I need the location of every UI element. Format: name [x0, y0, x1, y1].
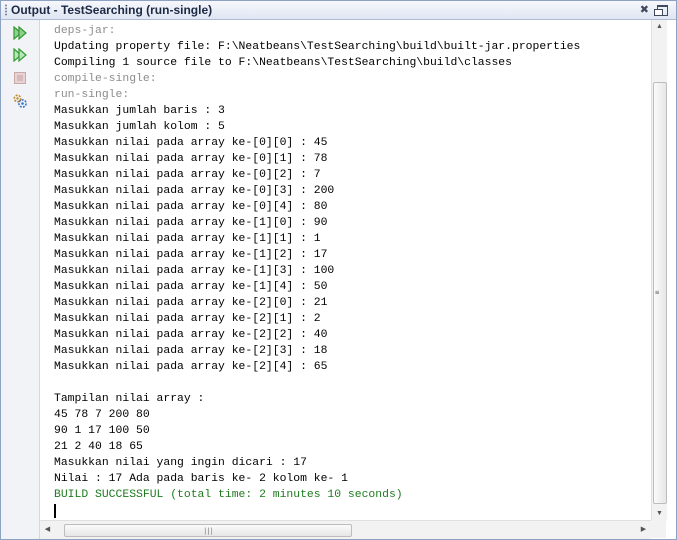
output-line: 45 78 7 200 80	[54, 409, 150, 421]
output-line: Masukkan nilai yang ingin dicari : 17	[54, 457, 307, 469]
output-line: Masukkan nilai pada array ke-[2][4] : 65	[54, 361, 328, 373]
window-title: Output - TestSearching (run-single)	[11, 3, 213, 17]
output-console[interactable]: deps-jar: Updating property file: F:\Neat…	[40, 20, 651, 519]
drag-grip-icon[interactable]	[4, 4, 8, 16]
output-line: Masukkan nilai pada array ke-[0][3] : 20…	[54, 185, 335, 197]
output-line: Compiling 1 source file to F:\Neatbeans\…	[54, 57, 512, 69]
output-window-titlebar[interactable]: Output - TestSearching (run-single) ✖	[1, 1, 676, 20]
output-line: 90 1 17 100 50	[54, 425, 150, 437]
output-line: Masukkan nilai pada array ke-[2][2] : 40	[54, 329, 328, 341]
text-caret	[54, 504, 56, 518]
output-line: Masukkan nilai pada array ke-[1][3] : 10…	[54, 265, 335, 277]
output-line: Masukkan nilai pada array ke-[0][4] : 80	[54, 201, 328, 213]
output-line: Tampilan nilai array :	[54, 393, 205, 405]
output-toolbar	[1, 20, 40, 539]
output-line: Updating property file: F:\Neatbeans\Tes…	[54, 41, 581, 53]
scroll-grip-icon: |||	[203, 527, 214, 535]
output-line: BUILD SUCCESSFUL (total time: 2 minutes …	[54, 489, 403, 501]
output-line: Masukkan nilai pada array ke-[1][1] : 1	[54, 233, 321, 245]
scroll-down-icon[interactable]: ▼	[652, 507, 667, 521]
output-line: Masukkan nilai pada array ke-[1][4] : 50	[54, 281, 328, 293]
output-line: Masukkan nilai pada array ke-[0][0] : 45	[54, 137, 328, 149]
close-icon[interactable]: ✖	[640, 3, 649, 17]
output-line: Masukkan jumlah baris : 3	[54, 105, 225, 117]
horizontal-scrollbar[interactable]: ◀ ||| ▶	[40, 520, 651, 539]
settings-icon[interactable]	[12, 93, 28, 109]
maximize-icon[interactable]	[654, 5, 668, 16]
scroll-right-icon[interactable]: ▶	[636, 523, 651, 537]
output-line: Masukkan nilai pada array ke-[0][1] : 78	[54, 153, 328, 165]
vertical-scrollbar[interactable]: ▲ ≡ ▼	[651, 20, 667, 521]
scrollbar-corner	[651, 520, 666, 538]
output-line: 21 2 40 18 65	[54, 441, 143, 453]
output-line: deps-jar:	[54, 25, 116, 37]
output-line: Masukkan nilai pada array ke-[2][0] : 21	[54, 297, 328, 309]
output-line: Masukkan nilai pada array ke-[1][2] : 17	[54, 249, 328, 261]
scroll-up-icon[interactable]: ▲	[652, 20, 667, 34]
output-window: Output - TestSearching (run-single) ✖ de…	[0, 0, 677, 540]
rerun-with-options-icon[interactable]	[12, 47, 28, 63]
output-line: run-single:	[54, 89, 130, 101]
output-line: Masukkan nilai pada array ke-[2][1] : 2	[54, 313, 321, 325]
horizontal-scroll-thumb[interactable]: |||	[64, 524, 352, 537]
output-line: Masukkan nilai pada array ke-[0][2] : 7	[54, 169, 321, 181]
vertical-scroll-thumb[interactable]: ≡	[653, 82, 667, 504]
scroll-left-icon[interactable]: ◀	[40, 523, 55, 537]
output-line: Masukkan jumlah kolom : 5	[54, 121, 225, 133]
output-line: Nilai : 17 Ada pada baris ke- 2 kolom ke…	[54, 473, 348, 485]
rerun-icon[interactable]	[12, 25, 28, 41]
output-line: Masukkan nilai pada array ke-[1][0] : 90	[54, 217, 328, 229]
output-line: Masukkan nilai pada array ke-[2][3] : 18	[54, 345, 328, 357]
output-lines: deps-jar: Updating property file: F:\Neat…	[54, 23, 580, 503]
stop-icon[interactable]	[12, 70, 28, 86]
scroll-grip-icon: ≡	[655, 288, 660, 297]
output-line: compile-single:	[54, 73, 157, 85]
